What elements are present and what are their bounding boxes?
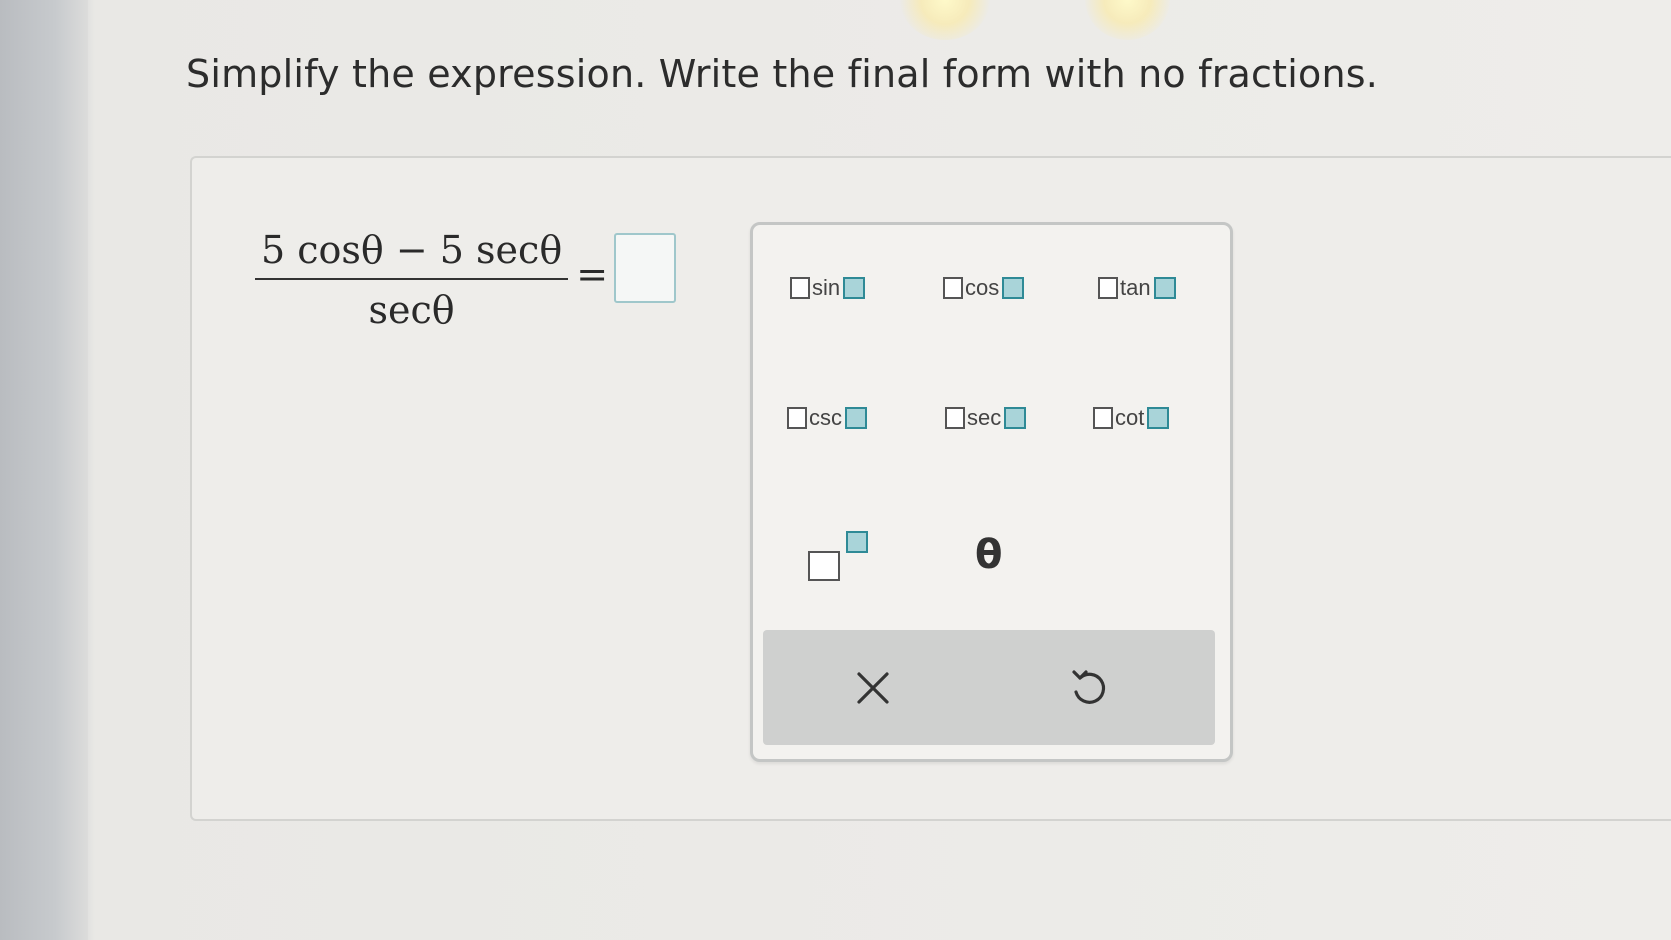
sin-button[interactable]: sin <box>790 275 866 301</box>
sec-button[interactable]: sec <box>945 405 1027 431</box>
argument-placeholder <box>1153 277 1176 299</box>
function-label: cos <box>965 275 1000 300</box>
argument-placeholder <box>1004 407 1027 429</box>
function-label: tan <box>1120 275 1151 300</box>
fraction-denominator: secθ <box>368 288 455 332</box>
light-glare-right <box>1085 0 1170 40</box>
coefficient-placeholder <box>1098 277 1118 299</box>
theta-button[interactable]: θ <box>975 525 1002 585</box>
argument-placeholder <box>843 277 866 299</box>
page: Simplify the expression. Write the final… <box>0 0 1671 940</box>
cot-button[interactable]: cot <box>1093 405 1170 431</box>
tan-button[interactable]: tan <box>1098 275 1176 301</box>
clear-button[interactable] <box>773 630 973 745</box>
cos-button[interactable]: cos <box>943 275 1025 301</box>
argument-placeholder <box>1147 407 1170 429</box>
math-expression: 5 cosθ − 5 secθ secθ = <box>255 228 677 332</box>
undo-icon <box>1072 669 1106 704</box>
undo-button[interactable] <box>988 630 1188 745</box>
math-palette: sin cos tan csc sec cot θ <box>750 222 1233 762</box>
function-label: sec <box>967 405 1002 430</box>
coefficient-placeholder <box>787 407 807 429</box>
csc-button[interactable]: csc <box>787 405 867 431</box>
coefficient-placeholder <box>945 407 965 429</box>
fraction: 5 cosθ − 5 secθ secθ <box>255 228 569 332</box>
left-edge-shadow <box>0 0 88 940</box>
answer-input[interactable] <box>614 233 677 303</box>
action-bar <box>763 630 1215 745</box>
clear-x-icon <box>857 671 889 704</box>
function-label: csc <box>809 405 842 430</box>
coefficient-placeholder <box>1093 407 1113 429</box>
function-label: sin <box>812 275 841 300</box>
function-label: cot <box>1115 405 1145 430</box>
coefficient-placeholder <box>943 277 963 299</box>
argument-placeholder <box>845 407 867 429</box>
base-placeholder <box>808 551 840 581</box>
equals-sign: = <box>576 252 609 296</box>
exponent-template-icon <box>808 527 874 583</box>
argument-placeholder <box>1002 277 1025 299</box>
fraction-numerator: 5 cosθ − 5 secθ <box>261 228 563 272</box>
coefficient-placeholder <box>790 277 810 299</box>
exponent-placeholder <box>846 531 868 553</box>
exponent-button[interactable] <box>808 525 878 585</box>
question-prompt: Simplify the expression. Write the final… <box>186 52 1379 96</box>
light-glare-left <box>900 0 990 40</box>
